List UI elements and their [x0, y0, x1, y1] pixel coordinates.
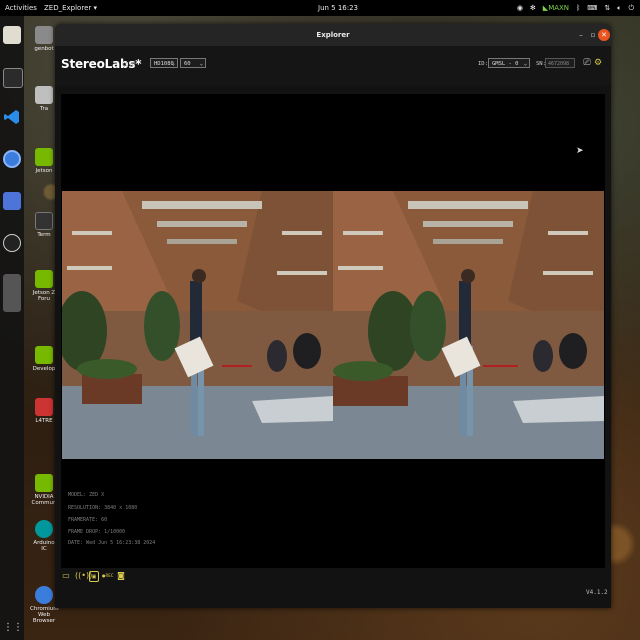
volume-icon[interactable]: 🔈︎ [617, 4, 621, 13]
settings-icon[interactable]: ✻ [530, 4, 536, 12]
desktop-icon-l4t[interactable]: L4TRE [30, 398, 58, 424]
activities-button[interactable]: Activities [5, 4, 37, 12]
desktop-icon-label: Develop [32, 366, 56, 372]
camera-id-label: ID: [478, 61, 488, 67]
window-title: Explorer [316, 31, 350, 39]
desktop-icon-label: Arduino IC [33, 540, 55, 552]
show-apps-icon[interactable]: ⋮⋮ [3, 622, 23, 640]
camera-id-select[interactable]: GMSL - 0 ⌄ [488, 58, 530, 68]
vscode-icon[interactable] [3, 108, 21, 126]
desktop-icon-arduino[interactable]: Arduino IC [30, 520, 58, 552]
gear-icon[interactable]: ⚙ [593, 58, 603, 68]
zed-explorer-icon[interactable] [3, 274, 21, 312]
desktop-icon-label: Jetson Z Foru [32, 290, 56, 302]
resolution-select[interactable]: HD1080 ⌄ [150, 58, 178, 68]
trash-icon [35, 86, 53, 104]
stream-icon[interactable]: ((•)) [75, 571, 92, 581]
power-mode-label: MAXN [548, 4, 570, 12]
chevron-down-icon: ⌄ [523, 61, 527, 67]
desktop-icon-developer[interactable]: Develop [30, 346, 58, 372]
info-frame-drop: FRAME DROP: 1/10000 [68, 529, 126, 535]
info-date: DATE: Wed Jun 5 16:23:38 2024 [68, 540, 156, 546]
chromium-icon [35, 586, 53, 604]
desktop-icon-label: Jetson [35, 168, 53, 174]
terminal-icon[interactable] [3, 68, 23, 88]
arduino-icon [35, 520, 53, 538]
top-bar: Activities ZED_Explorer ▾ Jun 5 16:23 ◉ … [0, 0, 640, 16]
ubuntu-icon[interactable]: ◉ [517, 4, 523, 12]
dock: ⋮⋮ [0, 16, 24, 640]
nvidia-logo-icon [35, 346, 53, 364]
window-titlebar[interactable]: Explorer [55, 24, 611, 46]
clock[interactable]: Jun 5 16:23 [318, 4, 358, 12]
atrium-image-left [62, 191, 333, 459]
system-tray[interactable]: ◉ ✻ ◣MAXN ᛒ ⌨ ⇅ 🔈︎ ⏻ [517, 4, 634, 13]
desktop-icon-label: Term [37, 232, 51, 238]
camera-id-value: GMSL - 0 [492, 61, 519, 67]
chevron-down-icon: ⌄ [171, 61, 175, 67]
terminal-icon [35, 212, 53, 230]
nvidia-logo-icon [35, 270, 53, 288]
nvidia-icon[interactable]: ◣MAXN [543, 4, 569, 12]
info-framerate: FRAMERATE: 60 [68, 517, 108, 523]
fps-value: 60 [184, 61, 191, 67]
files-icon[interactable] [3, 26, 21, 44]
chromium-icon[interactable] [3, 150, 21, 168]
app-header: StereoLabs* LIVE HD1080 ⌄ 60 ⌄ ID: GMSL - … [55, 46, 611, 86]
minimize-button[interactable]: – [575, 29, 587, 41]
serial-number-field: 4672098 [545, 58, 575, 68]
desktop-icon-home[interactable]: genbot [30, 26, 58, 52]
version-label: V4.1.2 [586, 589, 608, 596]
document-icon [35, 398, 53, 416]
desktop-icon-label: L4TRE [35, 418, 53, 424]
record-icon[interactable]: ▣ [89, 571, 99, 582]
fps-select[interactable]: 60 ⌄ [180, 58, 206, 68]
svo-icon[interactable]: ●REC [102, 571, 114, 581]
app-menu[interactable]: ZED_Explorer ▾ [44, 4, 97, 12]
obs-icon[interactable] [3, 234, 21, 252]
info-resolution: RESOLUTION: 3840 x 1080 [68, 505, 138, 511]
desktop-icon-community[interactable]: NVIDIA Commun [30, 474, 58, 506]
network-icon[interactable]: ⇅ [604, 4, 610, 12]
desktop-icon-label: genbot [34, 46, 54, 52]
screenshot-app-icon[interactable] [3, 192, 21, 210]
folder-icon[interactable]: ▭ [61, 571, 71, 581]
camera-snapshot-icon[interactable]: ◙ [116, 571, 126, 581]
mouse-cursor-icon: ➤ [576, 146, 584, 156]
desktop-icon-label: Tra [39, 106, 49, 112]
desktop-icon-trash[interactable]: Tra [30, 86, 58, 112]
close-button[interactable]: ✕ [598, 29, 610, 41]
desktop-icon-label: NVIDIA Commun [31, 494, 57, 506]
power-icon[interactable]: ⏻ [628, 4, 634, 13]
chevron-down-icon: ⌄ [199, 61, 203, 67]
bluetooth-icon[interactable]: ᛒ [576, 4, 580, 12]
desktop-icon-jetson[interactable]: Jetson [30, 148, 58, 174]
nvidia-logo-icon [35, 148, 53, 166]
desktop-icon-terminal[interactable]: Term [30, 212, 58, 238]
home-folder-icon [35, 26, 53, 44]
desktop-icon-label: Chromium Web Browser [30, 606, 59, 624]
live-label: LIVE [122, 62, 136, 68]
bottom-toolbar: ▭ ((•)) ▣ ●REC ◙ [55, 562, 611, 592]
desktop-icon-jetson-forum[interactable]: Jetson Z Foru [30, 270, 58, 302]
left-camera-frame [62, 191, 333, 459]
atrium-image-right [333, 191, 604, 459]
desktop-icon-chromium[interactable]: Chromium Web Browser [30, 586, 59, 624]
device-refresh-icon[interactable]: ⎚ [582, 58, 592, 68]
nvidia-logo-icon [35, 474, 53, 492]
right-camera-frame [333, 191, 604, 459]
info-model: MODEL: ZED X [68, 492, 105, 498]
keyboard-icon[interactable]: ⌨ [587, 4, 597, 12]
